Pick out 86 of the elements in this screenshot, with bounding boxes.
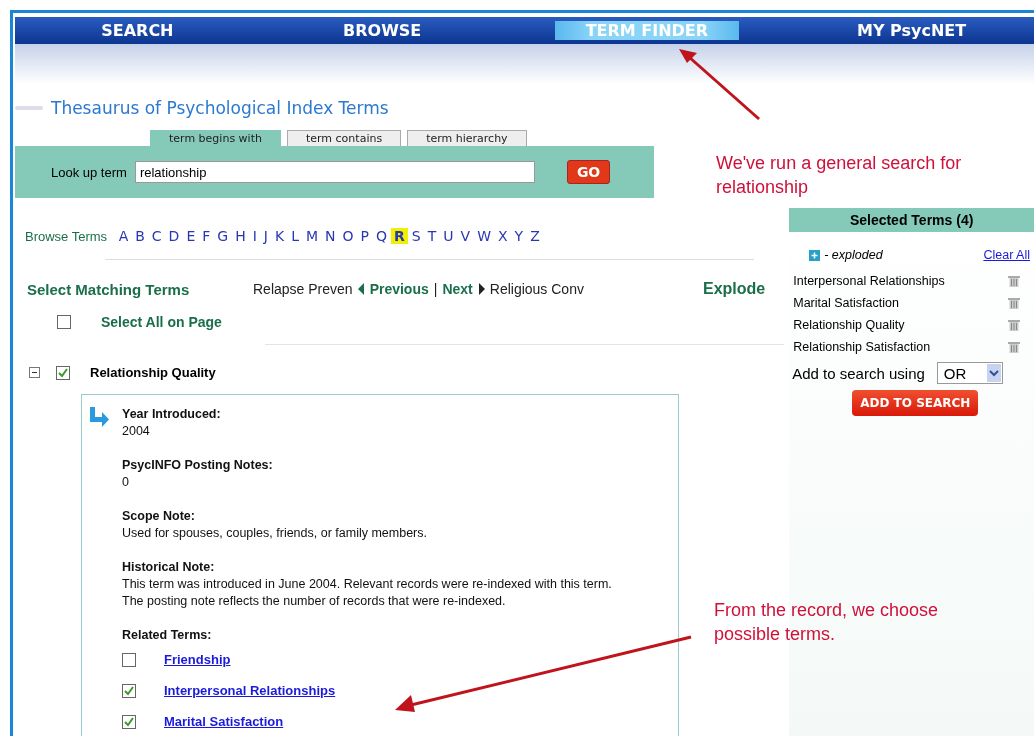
selected-term: Marital Satisfaction [793,296,899,310]
field-heading: Historical Note: [122,560,216,574]
nav-tab[interactable]: SEARCH [45,17,230,44]
checkbox[interactable] [122,652,136,667]
previous-link[interactable]: Previous [369,281,429,297]
next-term: Religious Conv [489,281,584,297]
operator-dropdown[interactable]: OR [936,362,1003,384]
related-term-link[interactable]: Marital Satisfaction [164,714,284,729]
letter-link[interactable]: X [494,228,512,244]
lookup-mode-tab[interactable]: term contains [286,130,402,146]
trash-icon[interactable] [1008,341,1020,353]
letter-link[interactable]: W [473,228,495,244]
letter-link[interactable]: K [271,228,288,244]
chevron-left-icon [357,283,365,295]
field-value: 2004 [122,423,151,440]
letter-link[interactable]: R [390,228,409,244]
letter-link[interactable]: A [115,228,132,244]
select-all-link[interactable]: Select All on Page [101,314,222,330]
plus-icon [809,249,821,261]
term-input-field[interactable]: relationship [134,161,535,183]
selected-term: Relationship Quality [793,318,905,332]
letter-link[interactable]: U [439,228,458,244]
letter-link[interactable]: M [302,228,322,244]
trash-icon[interactable] [1008,319,1020,331]
trash-icon[interactable] [1008,297,1020,309]
letter-link[interactable]: I [249,228,261,244]
annotation-text: We've run a general search for relationship [716,152,963,199]
page-title: Thesaurus of Psychological Index Terms [51,98,389,118]
checkbox[interactable] [122,683,136,698]
lookup-mode-tab[interactable]: term begins with [150,130,281,146]
combine-label: Add to search using [792,364,925,382]
letter-link[interactable]: V [457,228,474,244]
field-value: Used for spouses, couples, friends, or family members. [122,525,428,542]
letter-link[interactable]: J [260,228,272,244]
separator: | [433,281,438,297]
next-link[interactable]: Next [442,281,473,297]
selected-term: Relationship Satisfaction [793,340,931,354]
browse-terms-label: Browse Terms [25,228,108,244]
checkbox[interactable] [122,714,136,729]
turn-arrow-icon [88,407,110,427]
lookup-mode-tab[interactable]: term hierarchy [407,130,527,146]
letter-link[interactable]: E [182,228,199,244]
section-heading: Select Matching Terms [27,280,191,298]
letter-link[interactable]: G [213,228,232,244]
letter-link[interactable]: F [198,228,214,244]
dash-icon [15,106,43,110]
field-heading: Related Terms: [122,628,213,642]
letter-link[interactable]: L [287,228,303,244]
letter-link[interactable]: N [321,228,340,244]
selected-terms-header: Selected Terms (4) [789,208,1034,232]
letter-link[interactable]: B [131,228,149,244]
letter-link[interactable]: Q [372,228,391,244]
add-to-search-button[interactable]: ADD TO SEARCH [852,390,979,416]
explode-link[interactable]: Explode [703,280,766,298]
letter-link[interactable]: O [339,228,358,244]
field-heading: Scope Note: [122,509,196,523]
caret-icon [986,364,1001,382]
checkbox[interactable] [57,315,71,329]
trash-icon[interactable] [1008,275,1020,287]
nav-tab[interactable]: BROWSE [289,17,475,44]
term-name: Relationship Quality [90,365,216,380]
related-term-link[interactable]: Interpersonal Relationships [164,683,336,698]
letter-link[interactable]: S [408,228,425,244]
letter-link[interactable]: H [231,228,250,244]
letter-link[interactable]: T [424,228,440,244]
previous-term: Relapse Preven [253,281,353,297]
letter-link[interactable]: C [148,228,166,244]
legend-label: - exploded [824,248,883,262]
checkbox[interactable] [56,365,70,380]
letter-link[interactable]: D [165,228,183,244]
field-value: 0 [122,474,130,491]
chevron-right-icon [477,283,485,295]
related-term-link[interactable]: Friendship [164,652,231,667]
go-button[interactable]: GO [566,160,611,184]
letter-link[interactable]: Z [526,228,544,244]
clear-all-link[interactable]: Clear All [983,248,1030,262]
annotation-text: From the record, we choose possible terms. [714,599,940,646]
nav-tab[interactable]: MY PsycNET [819,17,1004,44]
letter-link[interactable]: P [357,228,373,244]
selected-term: Interpersonal Relationships [793,274,945,288]
collapse-toggle[interactable] [29,367,40,378]
letter-link[interactable]: Y [511,228,527,244]
lookup-label: Look up term [51,164,127,180]
field-heading: PsycINFO Posting Notes: [122,458,274,472]
field-value: This term was introduced in June 2004. Relevant records were re-indexed with this term. The posting note reflects the number of records that were re-indexed. [122,576,613,610]
field-heading: Year Introduced: [122,407,222,421]
